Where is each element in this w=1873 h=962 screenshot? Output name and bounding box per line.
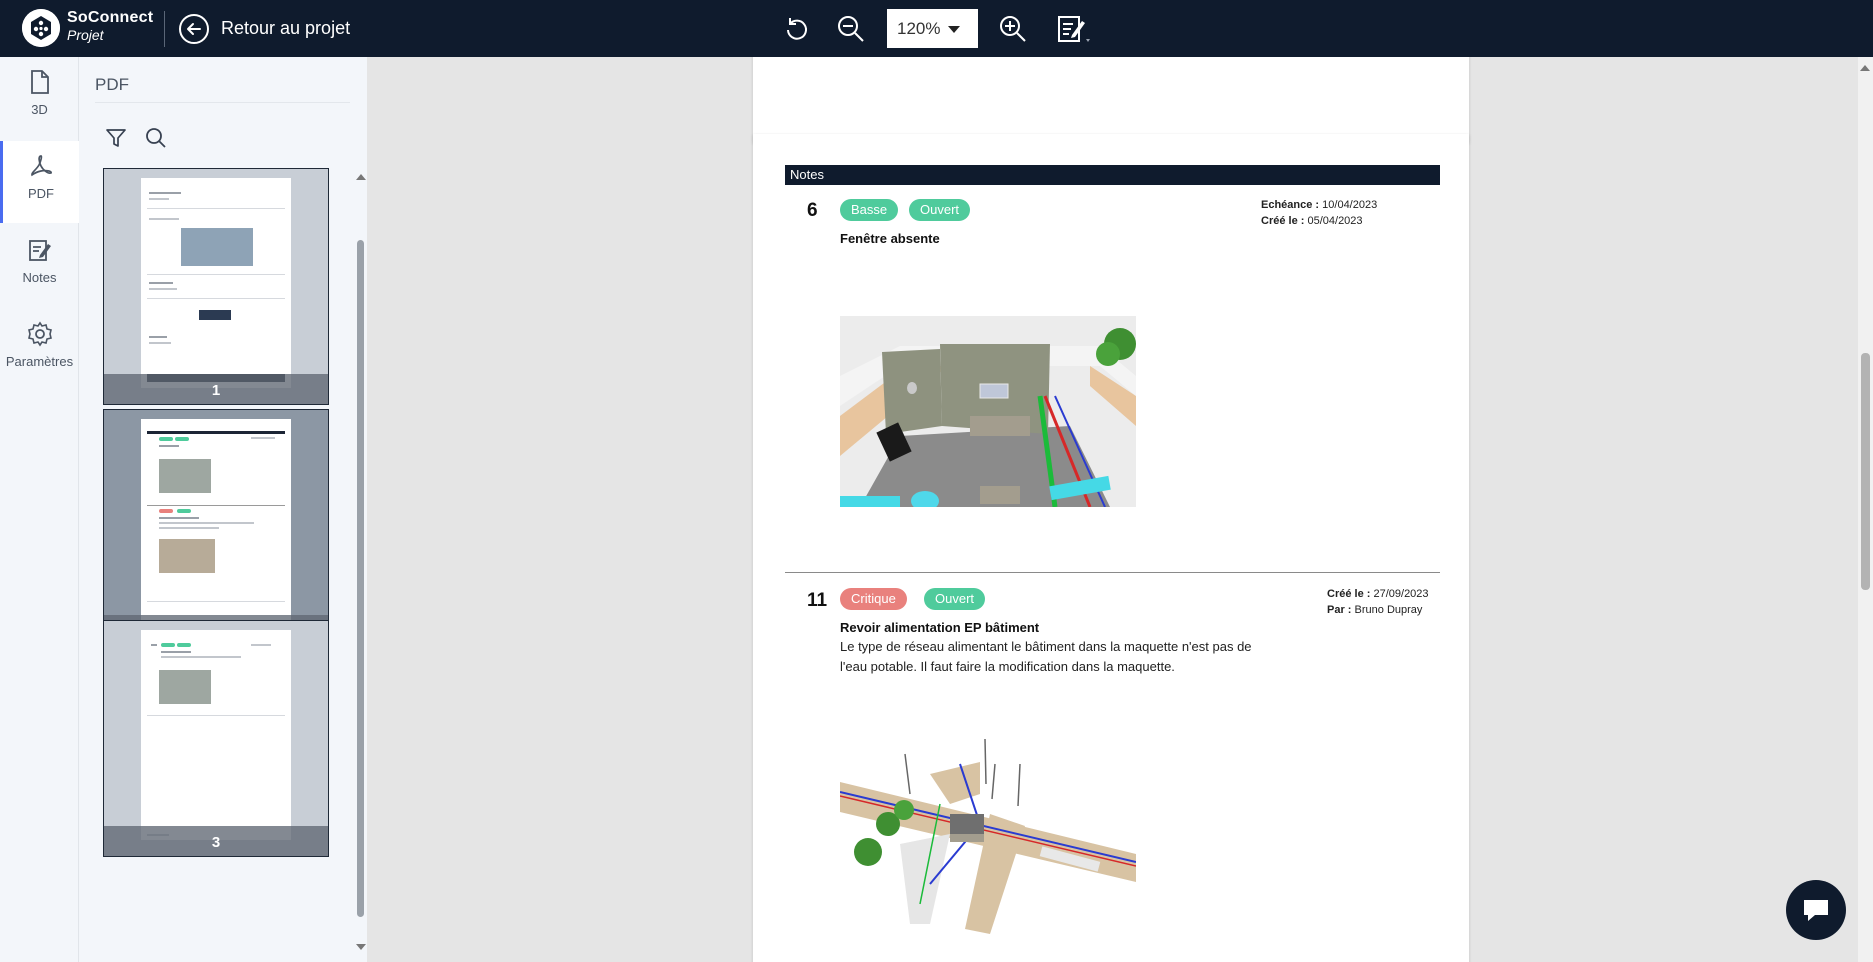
left-rail: 3D PDF Notes Paramètres [0, 57, 79, 962]
back-to-project-label: Retour au projet [221, 18, 351, 38]
zoom-select[interactable]: 120% [887, 9, 978, 48]
rail-item-notes[interactable]: Notes [0, 225, 79, 307]
note-description: Le type de réseau alimentant le bâtiment… [840, 639, 1252, 674]
rail-item-settings[interactable]: Paramètres [0, 309, 79, 391]
thumbnail-page-preview [141, 630, 291, 840]
arrow-left-icon [179, 13, 209, 44]
meta-label: Créé le : [1261, 215, 1305, 227]
section-header: Notes [785, 165, 1440, 185]
previous-page [753, 57, 1469, 143]
viewer-scrollbar-thumb[interactable] [1861, 353, 1870, 590]
chat-button[interactable] [1786, 880, 1846, 940]
rotate-button[interactable] [781, 13, 813, 45]
panel-divider [95, 102, 350, 103]
rail-item-3d[interactable]: 3D [0, 57, 79, 139]
thumbnail-number: 1 [104, 374, 328, 404]
rail-item-pdf[interactable]: PDF [0, 141, 79, 223]
back-to-project-button[interactable]: Retour au projet [179, 13, 350, 44]
note-title: Revoir alimentation EP bâtiment [840, 620, 1040, 635]
scroll-down-arrow[interactable] [356, 944, 366, 950]
pdf-viewer[interactable]: Notes 6 Basse Ouvert Fenêtre absente Ech… [367, 57, 1858, 962]
rail-label-settings: Paramètres [5, 354, 74, 369]
zoom-in-icon [1000, 16, 1026, 42]
status-badge: Ouvert [924, 588, 986, 610]
chevron-down-icon [948, 26, 960, 33]
meta-label: Créé le : [1327, 588, 1371, 600]
priority-badge: Basse [840, 199, 899, 221]
viewer-scrollbar[interactable] [1858, 57, 1873, 962]
thumbnail-page-preview [141, 419, 291, 629]
scroll-up-arrow[interactable] [356, 174, 366, 180]
rotate-left-icon [787, 18, 807, 40]
status-badge: Ouvert [909, 199, 971, 221]
note-3d-view-image [840, 316, 1136, 511]
thumbnails-scrollbar[interactable] [357, 240, 364, 917]
zoom-out-button[interactable] [835, 13, 867, 45]
note-meta: Créé le : 27/09/2023 Par : Bruno Dupray [1327, 586, 1429, 618]
zoom-value: 120% [897, 18, 941, 38]
note-number: 11 [807, 590, 828, 611]
note-network-view-image [839, 734, 1137, 934]
thumbnails-panel: PDF 1 3 [79, 57, 367, 962]
note-meta: Echéance : 10/04/2023 Créé le : 05/04/20… [1261, 197, 1377, 229]
meta-label: Echéance : [1261, 199, 1320, 211]
brand-subtitle: Projet [67, 27, 104, 43]
note-number: 6 [807, 200, 818, 221]
meta-value: 10/04/2023 [1322, 199, 1378, 211]
page-thumbnail-1[interactable]: 1 [103, 168, 329, 405]
pdf-icon [31, 155, 52, 177]
thumbnail-number: 3 [104, 826, 328, 856]
brand-name: SoConnect [67, 9, 154, 26]
file-icon [30, 70, 49, 94]
filter-button[interactable] [105, 127, 129, 151]
annotate-menu-button[interactable] [1056, 13, 1096, 45]
page-thumbnail-3[interactable]: 3 [103, 620, 329, 857]
rail-label-notes: Notes [22, 270, 57, 285]
chat-icon [1804, 900, 1828, 921]
top-bar: SoConnect Projet Retour au projet 120% [0, 0, 1873, 57]
rail-label-pdf: PDF [28, 186, 54, 201]
note-edit-icon [1058, 16, 1090, 42]
panel-title: PDF [95, 75, 129, 94]
priority-badge: Critique [840, 588, 907, 610]
page-thumbnail-2[interactable]: 2 [103, 409, 329, 646]
topbar-divider [164, 11, 165, 47]
search-button[interactable] [145, 127, 169, 151]
soconnect-logo [22, 9, 60, 47]
pdf-page: Notes 6 Basse Ouvert Fenêtre absente Ech… [753, 134, 1469, 962]
zoom-out-icon [838, 16, 864, 42]
thumbnail-page-preview [141, 178, 291, 388]
note-separator [785, 572, 1440, 573]
gear-icon [27, 321, 52, 347]
meta-value: Bruno Dupray [1354, 604, 1423, 616]
search-icon [146, 128, 166, 148]
meta-value: 05/04/2023 [1307, 215, 1363, 227]
zoom-in-button[interactable] [997, 13, 1029, 45]
filter-icon [106, 129, 126, 147]
brand: SoConnect Projet [67, 9, 154, 43]
meta-value: 27/09/2023 [1373, 588, 1429, 600]
meta-label: Par : [1327, 604, 1352, 616]
rail-label-3d: 3D [31, 102, 48, 117]
note-edit-icon [28, 240, 51, 261]
scroll-up-arrow[interactable] [1860, 65, 1870, 71]
note-title: Fenêtre absente [840, 231, 940, 246]
